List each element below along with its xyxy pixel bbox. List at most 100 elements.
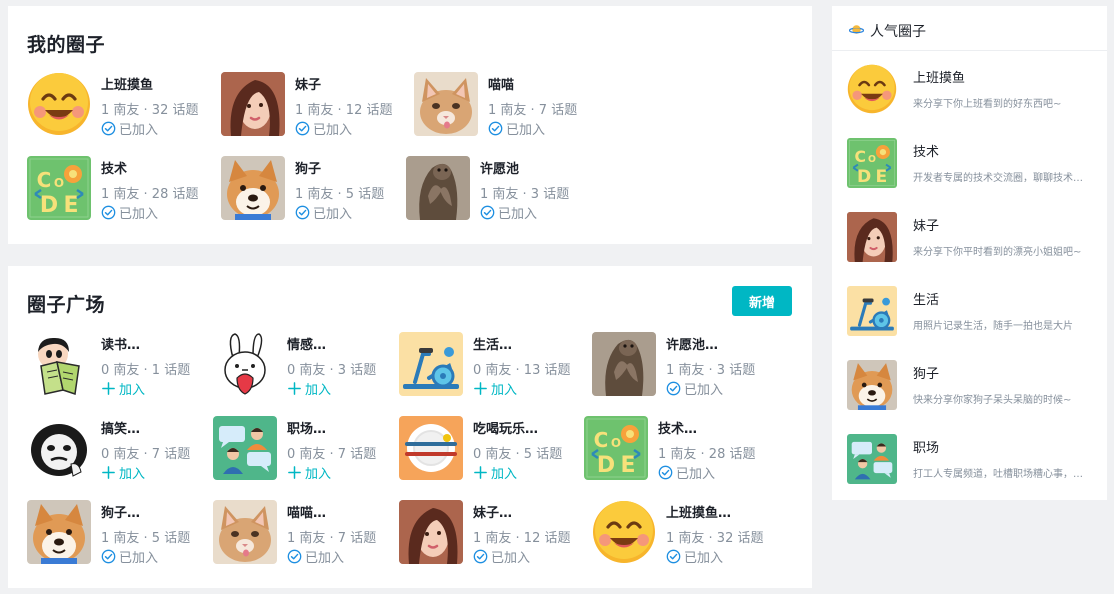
hot-circle-item[interactable]: 生活 用照片记录生活，随手一拍也是大片	[847, 286, 1097, 338]
code-logo: CODE	[847, 138, 897, 188]
hot-circle-name: 上班摸鱼	[913, 71, 966, 86]
plus-icon	[474, 382, 487, 395]
plaza-title: 圈子广场	[27, 294, 106, 316]
hot-circle-desc: 用照片记录生活，随手一拍也是大片	[913, 321, 1073, 332]
plus-icon	[102, 382, 115, 395]
circle-item[interactable]: 许愿池… 1 南友 · 3 话题 已加入	[592, 332, 782, 398]
circle-name: 职场…	[287, 422, 327, 437]
join-button[interactable]: 加入	[473, 463, 517, 482]
joined-status: 已加入	[101, 119, 158, 138]
joined-label: 已加入	[119, 207, 159, 222]
circle-stats: 1 南友 · 32 话题	[101, 103, 199, 118]
plus-icon	[288, 466, 301, 479]
circle-item[interactable]: 妹子… 1 南友 · 12 话题 已加入	[399, 500, 589, 566]
circle-stats: 1 南友 · 12 话题	[473, 531, 571, 546]
exercise-bike	[399, 332, 463, 396]
hot-circle-item[interactable]: 职场 打工人专属频道，吐槽职场糟心事，…	[847, 434, 1097, 486]
my-circles-title: 我的圈子	[27, 34, 106, 56]
circle-name: 生活…	[473, 338, 513, 353]
joined-status: 已加入	[101, 547, 158, 566]
circle-item[interactable]: CODE 技术 1 南友 · 28 话题 已加入	[27, 156, 217, 222]
joined-label: 已加入	[684, 383, 724, 398]
hot-circle-item[interactable]: 上班摸鱼 来分享下你上班看到的好东西吧~	[847, 64, 1097, 116]
circle-name: 技术	[101, 162, 128, 177]
otter-photo	[406, 156, 470, 220]
check-circle-icon	[101, 549, 116, 564]
join-button[interactable]: 加入	[101, 463, 145, 482]
check-circle-icon	[480, 205, 495, 220]
check-circle-icon	[287, 549, 302, 564]
joined-label: 已加入	[676, 467, 716, 482]
circle-name: 情感…	[287, 338, 327, 353]
join-button[interactable]: 加入	[287, 463, 331, 482]
circle-item[interactable]: 上班摸鱼… 1 南友 · 32 话题 已加入	[592, 500, 782, 566]
girl-photo	[399, 500, 463, 564]
circle-stats: 0 南友 · 3 话题	[287, 363, 377, 378]
shiba-photo	[27, 500, 91, 564]
kitten-photo	[414, 72, 478, 136]
circle-stats: 1 南友 · 5 话题	[101, 531, 191, 546]
planet-icon	[849, 25, 864, 34]
circle-item[interactable]: 许愿池 1 南友 · 3 话题 已加入	[406, 156, 596, 222]
hot-circle-item[interactable]: 狗子 快来分享你家狗子呆头呆脑的时候~	[847, 360, 1097, 412]
circle-name: 许愿池	[480, 162, 520, 177]
new-circle-button[interactable]: 新增	[732, 286, 792, 316]
my-circles-card: 我的圈子 上班摸鱼 1 南友 · 32 话题 已加入 妹子 1 南友 · 12 …	[8, 6, 812, 244]
joined-status: 已加入	[295, 119, 352, 138]
svg-text:E: E	[63, 193, 78, 218]
joined-status: 已加入	[473, 547, 530, 566]
svg-text:C: C	[855, 148, 866, 166]
hot-circles-card: 人气圈子 上班摸鱼 来分享下你上班看到的好东西吧~ CODE 技术 开发者专属的…	[832, 6, 1107, 500]
circle-name: 妹子	[295, 78, 322, 93]
circle-item[interactable]: 读书… 0 南友 · 1 话题 加入	[27, 332, 217, 398]
circle-item[interactable]: 生活… 0 南友 · 13 话题 加入	[399, 332, 589, 398]
circle-item[interactable]: 妹子 1 南友 · 12 话题 已加入	[221, 72, 411, 138]
check-circle-icon	[101, 121, 116, 136]
circle-stats: 1 南友 · 3 话题	[480, 187, 570, 202]
girl-photo	[221, 72, 285, 136]
circle-item[interactable]: 喵喵 1 南友 · 7 话题 已加入	[414, 72, 604, 138]
hot-circle-name: 职场	[913, 441, 940, 456]
otter-photo	[592, 332, 656, 396]
circle-stats: 1 南友 · 28 话题	[101, 187, 199, 202]
plus-icon	[474, 466, 487, 479]
hot-circle-name: 狗子	[913, 367, 940, 382]
joined-status: 已加入	[666, 547, 723, 566]
circle-item[interactable]: 喵喵… 1 南友 · 7 话题 已加入	[213, 500, 403, 566]
circle-item[interactable]: 职场… 0 南友 · 7 话题 加入	[213, 416, 403, 482]
circle-stats: 1 南友 · 7 话题	[287, 531, 377, 546]
circle-stats: 0 南友 · 5 话题	[473, 447, 563, 462]
circle-item[interactable]: 狗子… 1 南友 · 5 话题 已加入	[27, 500, 217, 566]
check-circle-icon	[658, 465, 673, 480]
check-circle-icon	[666, 381, 681, 396]
join-button[interactable]: 加入	[101, 379, 145, 398]
svg-text:O: O	[611, 436, 621, 450]
join-button[interactable]: 加入	[287, 379, 331, 398]
hot-circle-name: 生活	[913, 293, 940, 308]
joined-label: 已加入	[506, 123, 546, 138]
check-circle-icon	[473, 549, 488, 564]
svg-text:E: E	[620, 453, 635, 478]
hot-circle-item[interactable]: 妹子 来分享下你平时看到的漂亮小姐姐吧~	[847, 212, 1097, 264]
circle-stats: 0 南友 · 7 话题	[101, 447, 191, 462]
svg-text:O: O	[54, 176, 64, 190]
smiley-face-icon	[27, 72, 91, 136]
circle-name: 搞笑…	[101, 422, 141, 437]
svg-text:D: D	[597, 453, 615, 478]
svg-text:C: C	[594, 428, 609, 452]
circle-name: 吃喝玩乐…	[473, 422, 539, 437]
circle-item[interactable]: 狗子 1 南友 · 5 话题 已加入	[221, 156, 411, 222]
check-circle-icon	[295, 205, 310, 220]
circle-item[interactable]: 搞笑… 0 南友 · 7 话题 加入	[27, 416, 217, 482]
circle-item[interactable]: 吃喝玩乐… 0 南友 · 5 话题 加入	[399, 416, 589, 482]
joined-label: 已加入	[119, 551, 159, 566]
check-circle-icon	[488, 121, 503, 136]
hot-circle-item[interactable]: CODE 技术 开发者专属的技术交流圈，聊聊技术…	[847, 138, 1097, 190]
circle-item[interactable]: 情感… 0 南友 · 3 话题 加入	[213, 332, 403, 398]
join-button[interactable]: 加入	[473, 379, 517, 398]
circle-item[interactable]: 上班摸鱼 1 南友 · 32 话题 已加入	[27, 72, 217, 138]
hot-circle-desc: 来分享下你上班看到的好东西吧~	[913, 99, 1062, 110]
circle-name: 狗子	[295, 162, 322, 177]
circle-item[interactable]: CODE 技术… 1 南友 · 28 话题 已加入	[584, 416, 774, 482]
joined-status: 已加入	[480, 203, 537, 222]
